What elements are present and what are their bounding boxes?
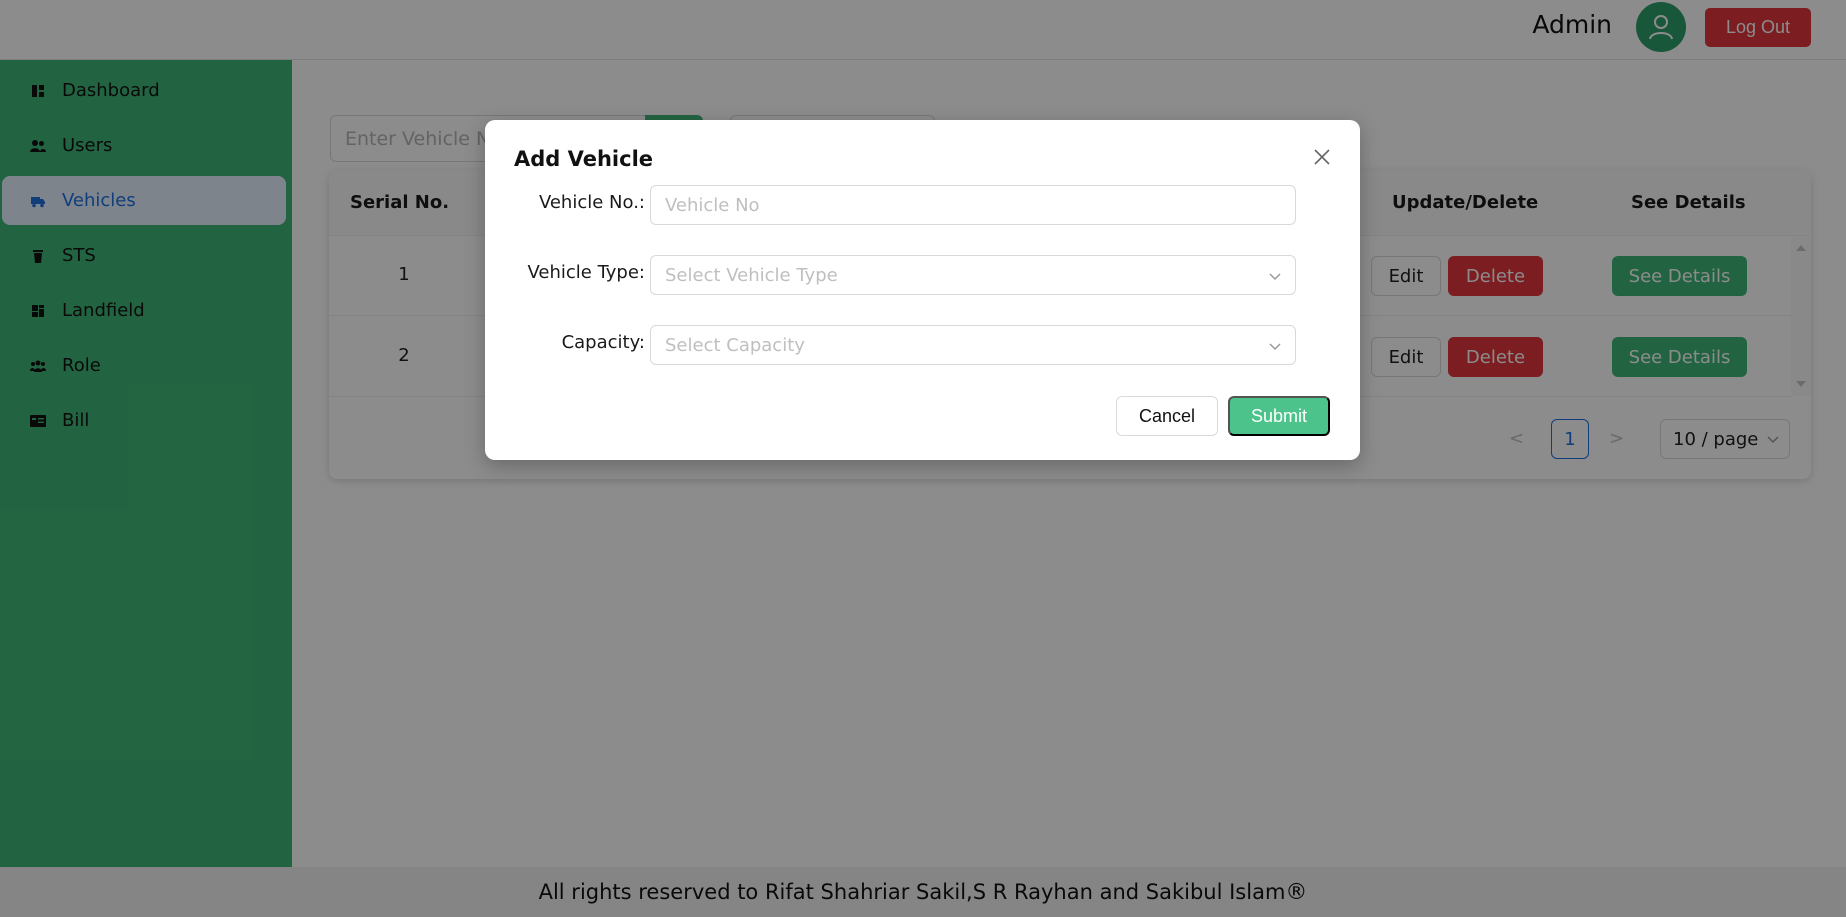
vehicle-type-select[interactable]: Select Vehicle Type — [650, 255, 1296, 295]
chevron-down-icon — [1269, 343, 1281, 351]
vehicle-type-placeholder: Select Vehicle Type — [665, 264, 838, 286]
capacity-select[interactable]: Select Capacity — [650, 325, 1296, 365]
vehicle-no-placeholder: Vehicle No — [665, 194, 760, 216]
chevron-down-icon — [1269, 273, 1281, 281]
close-button[interactable] — [1310, 145, 1334, 169]
cancel-button[interactable]: Cancel — [1116, 396, 1218, 436]
vehicle-no-label: Vehicle No.: — [538, 192, 645, 213]
vehicle-type-label: Vehicle Type: — [527, 262, 645, 283]
close-icon — [1314, 149, 1330, 165]
add-vehicle-modal: Add Vehicle Vehicle No.: Vehicle No Vehi… — [485, 120, 1360, 460]
capacity-label: Capacity: — [561, 332, 645, 353]
submit-button[interactable]: Submit — [1228, 396, 1330, 436]
vehicle-no-input[interactable]: Vehicle No — [650, 185, 1296, 225]
capacity-placeholder: Select Capacity — [665, 334, 805, 356]
modal-title: Add Vehicle — [514, 147, 654, 171]
